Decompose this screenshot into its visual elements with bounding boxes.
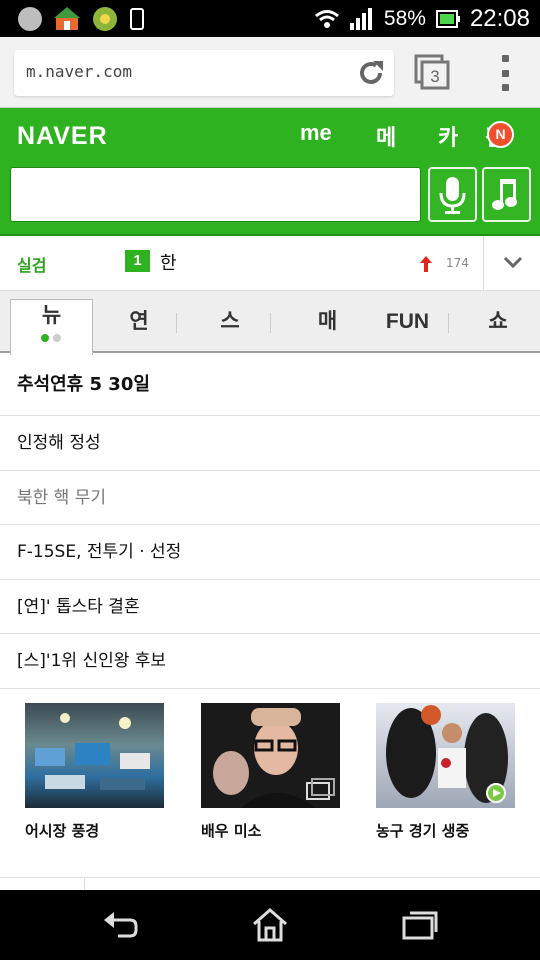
music-search-button[interactable] [482,167,531,222]
smiley-icon [18,7,42,31]
clock: 22:08 [469,4,530,32]
page-indicator [41,334,61,342]
rank-number: 1 [125,250,150,272]
phone-icon [130,8,144,30]
news-headline[interactable]: 추석연휴 5 30일 [0,355,540,416]
signal-icon [349,7,372,30]
ranking-label: 실검 [17,256,47,275]
basketball-photo[interactable] [376,703,515,808]
microphone-icon [439,177,466,214]
bottom-strip [0,878,540,890]
naver-header: NAVER me 메 카 검 N [0,108,540,236]
tab-shopping[interactable]: 쇼 [458,291,538,353]
tab-count: 3 [430,67,439,86]
news-item[interactable]: 인정해 정성 [0,416,540,471]
battery-percent: 58% [383,6,426,30]
voice-search-button[interactable] [428,167,477,222]
notification-badge[interactable]: N [487,121,514,148]
clover-app-icon [93,7,117,31]
photo-card[interactable]: 배우 미소 [201,703,340,841]
tab-fun[interactable]: FUN [370,291,445,353]
rank-keyword[interactable]: 한 [160,249,177,275]
tab-economy[interactable]: 매 [285,291,370,353]
search-input[interactable] [11,168,420,221]
wifi-icon [314,9,339,28]
music-note-icon [492,179,517,210]
url-text[interactable]: m.naver.com [26,62,132,81]
rank-change-count: 174 [446,256,469,270]
portrait-photo[interactable] [201,703,340,808]
tab-sports[interactable]: 스 [190,291,270,353]
photo-card[interactable]: 농구 경기 생중 [376,703,515,841]
photo-card[interactable]: 어시장 풍경 [25,703,164,841]
browser-toolbar: m.naver.com 3 [0,37,540,108]
back-icon[interactable] [100,906,140,944]
tabs-icon[interactable]: 3 [414,54,450,90]
address-bar[interactable]: m.naver.com [14,50,394,96]
market-photo[interactable] [25,703,164,808]
naver-logo[interactable]: NAVER [17,122,108,151]
status-bar: 58% 22:08 [0,0,540,37]
photo-caption[interactable]: 농구 경기 생중 [376,820,515,841]
search-field[interactable] [10,167,421,222]
realtime-ranking-bar[interactable]: 실검 1 한 174 [0,236,540,291]
home-app-icon [54,7,80,30]
news-item[interactable]: [연]' 톱스타 결혼 [0,580,540,634]
news-item[interactable]: 북한 핵 무기 [0,471,540,525]
news-list: 추석연휴 5 30일 인정해 정성 북한 핵 무기 F-15SE, 전투기 · … [0,355,540,689]
news-item[interactable]: [스]'1위 신인왕 후보 [0,634,540,689]
nav-me[interactable]: me [300,120,332,146]
section-tabs: 뉴 연 스 매 FUN 쇼 [0,291,540,355]
home-icon[interactable] [250,906,290,944]
photo-caption[interactable]: 배우 미소 [201,820,340,841]
system-nav-bar [0,890,540,960]
reload-icon[interactable] [356,58,386,88]
nav-cafe[interactable]: 카 [438,120,458,152]
tab-entertainment[interactable]: 연 [100,291,178,353]
rank-up-arrow-icon [420,256,432,272]
tab-news[interactable]: 뉴 [10,299,93,355]
chevron-down-icon [503,256,523,269]
battery-icon [435,9,460,28]
photo-caption[interactable]: 어시장 풍경 [25,820,164,841]
photo-news-row: 어시장 풍경 배우 미소 농구 경기 생중 [0,688,540,878]
nav-mail[interactable]: 메 [376,120,396,152]
tab-label: 뉴 [41,304,62,327]
news-item[interactable]: F-15SE, 전투기 · 선정 [0,525,540,580]
recents-icon[interactable] [400,906,440,944]
ranking-expand-button[interactable] [483,236,540,291]
overflow-menu-icon[interactable] [495,55,515,91]
